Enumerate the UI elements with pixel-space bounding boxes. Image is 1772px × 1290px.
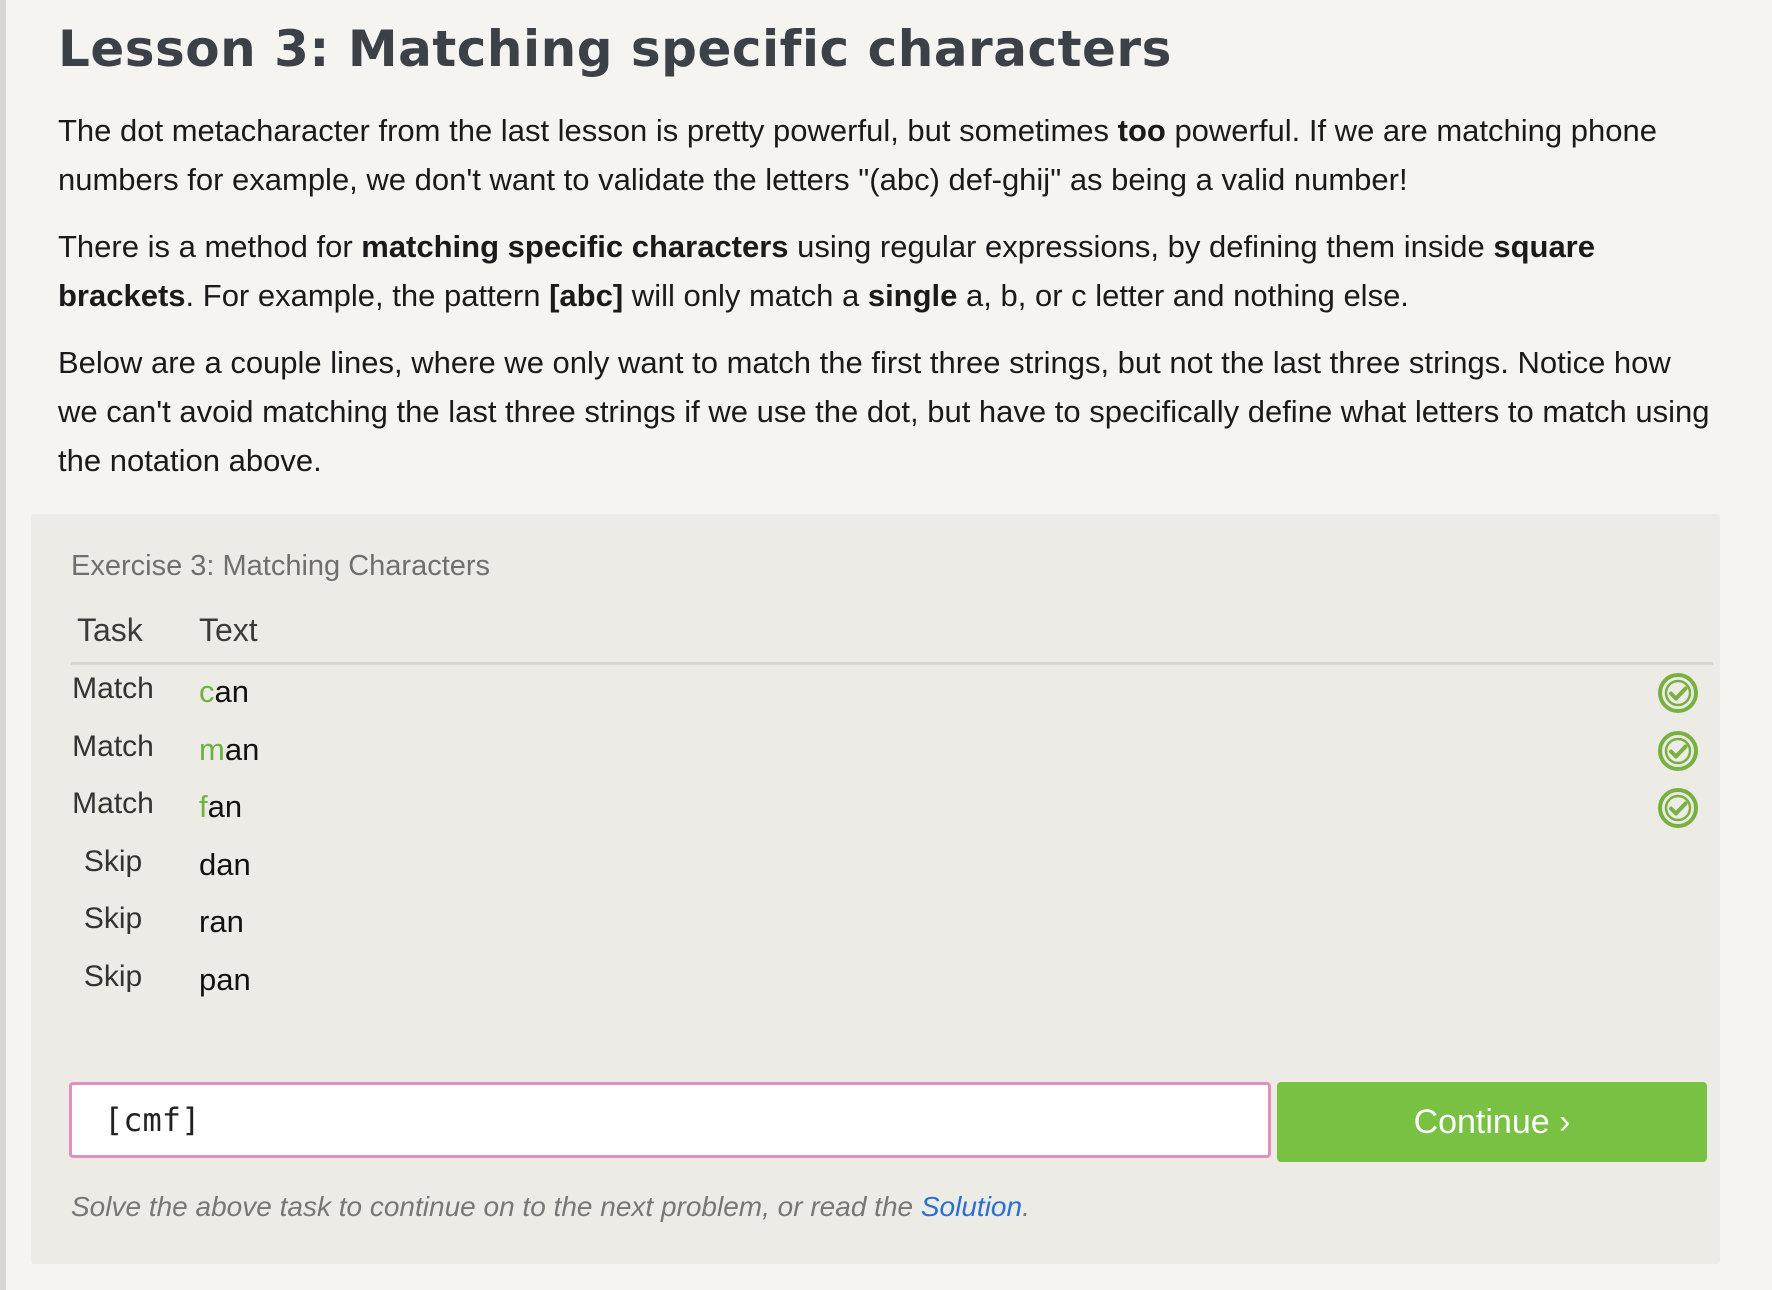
matched-portion: m (199, 731, 225, 767)
check-circle-icon (1658, 788, 1698, 829)
row-text: man (199, 732, 259, 768)
table-row: Skip pan (71, 952, 1713, 1008)
hint-prefix: Solve the above task to continue on to t… (71, 1191, 921, 1222)
column-header-task: Task (77, 612, 143, 648)
table-row: Match fan (71, 779, 1713, 835)
unmatched-portion: pan (199, 962, 251, 997)
paragraph-text: . For example, the pattern (185, 278, 550, 313)
row-task-label: Skip (83, 902, 143, 936)
paragraph-text: using regular expressions, by defining t… (788, 229, 1494, 264)
table-row: Match can (71, 664, 1713, 720)
unmatched-portion: dan (199, 846, 251, 882)
lesson-content: Lesson 3: Matching specific characters T… (58, 0, 1718, 485)
hint-text: Solve the above task to continue on to t… (71, 1191, 1030, 1223)
unmatched-portion: ran (199, 904, 244, 940)
row-text: pan (199, 962, 251, 998)
row-task-label: Match (72, 672, 154, 705)
check-circle-icon (1658, 673, 1698, 713)
unmatched-portion: an (224, 731, 260, 767)
emphasis-text: single (867, 278, 958, 313)
emphasis-text: [abc] (549, 278, 624, 313)
table-row: Skip ran (71, 894, 1713, 950)
row-task-label: Match (72, 729, 154, 763)
row-text: can (199, 674, 249, 710)
matched-portion: c (199, 674, 215, 709)
emphasis-text: too (1117, 113, 1166, 148)
paragraph-text: There is a method for (58, 229, 362, 264)
page-left-border (0, 0, 6, 1290)
row-task-label: Skip (83, 960, 143, 993)
unmatched-portion: an (214, 674, 249, 709)
exercise-title: Exercise 3: Matching Characters (71, 550, 491, 582)
table-row: Match man (71, 722, 1713, 778)
paragraph-text: The dot metacharacter from the last less… (58, 113, 1118, 148)
row-task-label: Skip (83, 844, 143, 878)
lesson-paragraph-1: The dot metacharacter from the last less… (58, 106, 1718, 204)
continue-button[interactable]: Continue › (1277, 1082, 1707, 1162)
lesson-paragraph-2: There is a method for matching specific … (58, 222, 1718, 320)
exercise-panel: Exercise 3: Matching Characters Task Tex… (31, 514, 1720, 1264)
table-row: Skip dan (71, 837, 1713, 893)
paragraph-text: Below are a couple lines, where we only … (58, 345, 1710, 478)
lesson-paragraph-3: Below are a couple lines, where we only … (58, 338, 1718, 485)
regex-input[interactable] (69, 1082, 1271, 1158)
paragraph-text: a, b, or c letter and nothing else. (957, 278, 1409, 313)
column-header-text: Text (199, 612, 258, 648)
unmatched-portion: an (207, 789, 243, 825)
row-text: dan (199, 847, 251, 883)
matched-portion: f (199, 789, 208, 825)
row-task-label: Match (72, 787, 154, 821)
row-text: ran (199, 904, 244, 940)
row-text: fan (199, 789, 242, 825)
paragraph-text: will only match a (623, 278, 868, 313)
page-title: Lesson 3: Matching specific characters (58, 20, 1172, 78)
check-circle-icon (1658, 730, 1698, 771)
solution-link[interactable]: Solution (921, 1191, 1022, 1222)
hint-suffix: . (1022, 1191, 1030, 1222)
emphasis-text: matching specific characters (361, 229, 789, 264)
